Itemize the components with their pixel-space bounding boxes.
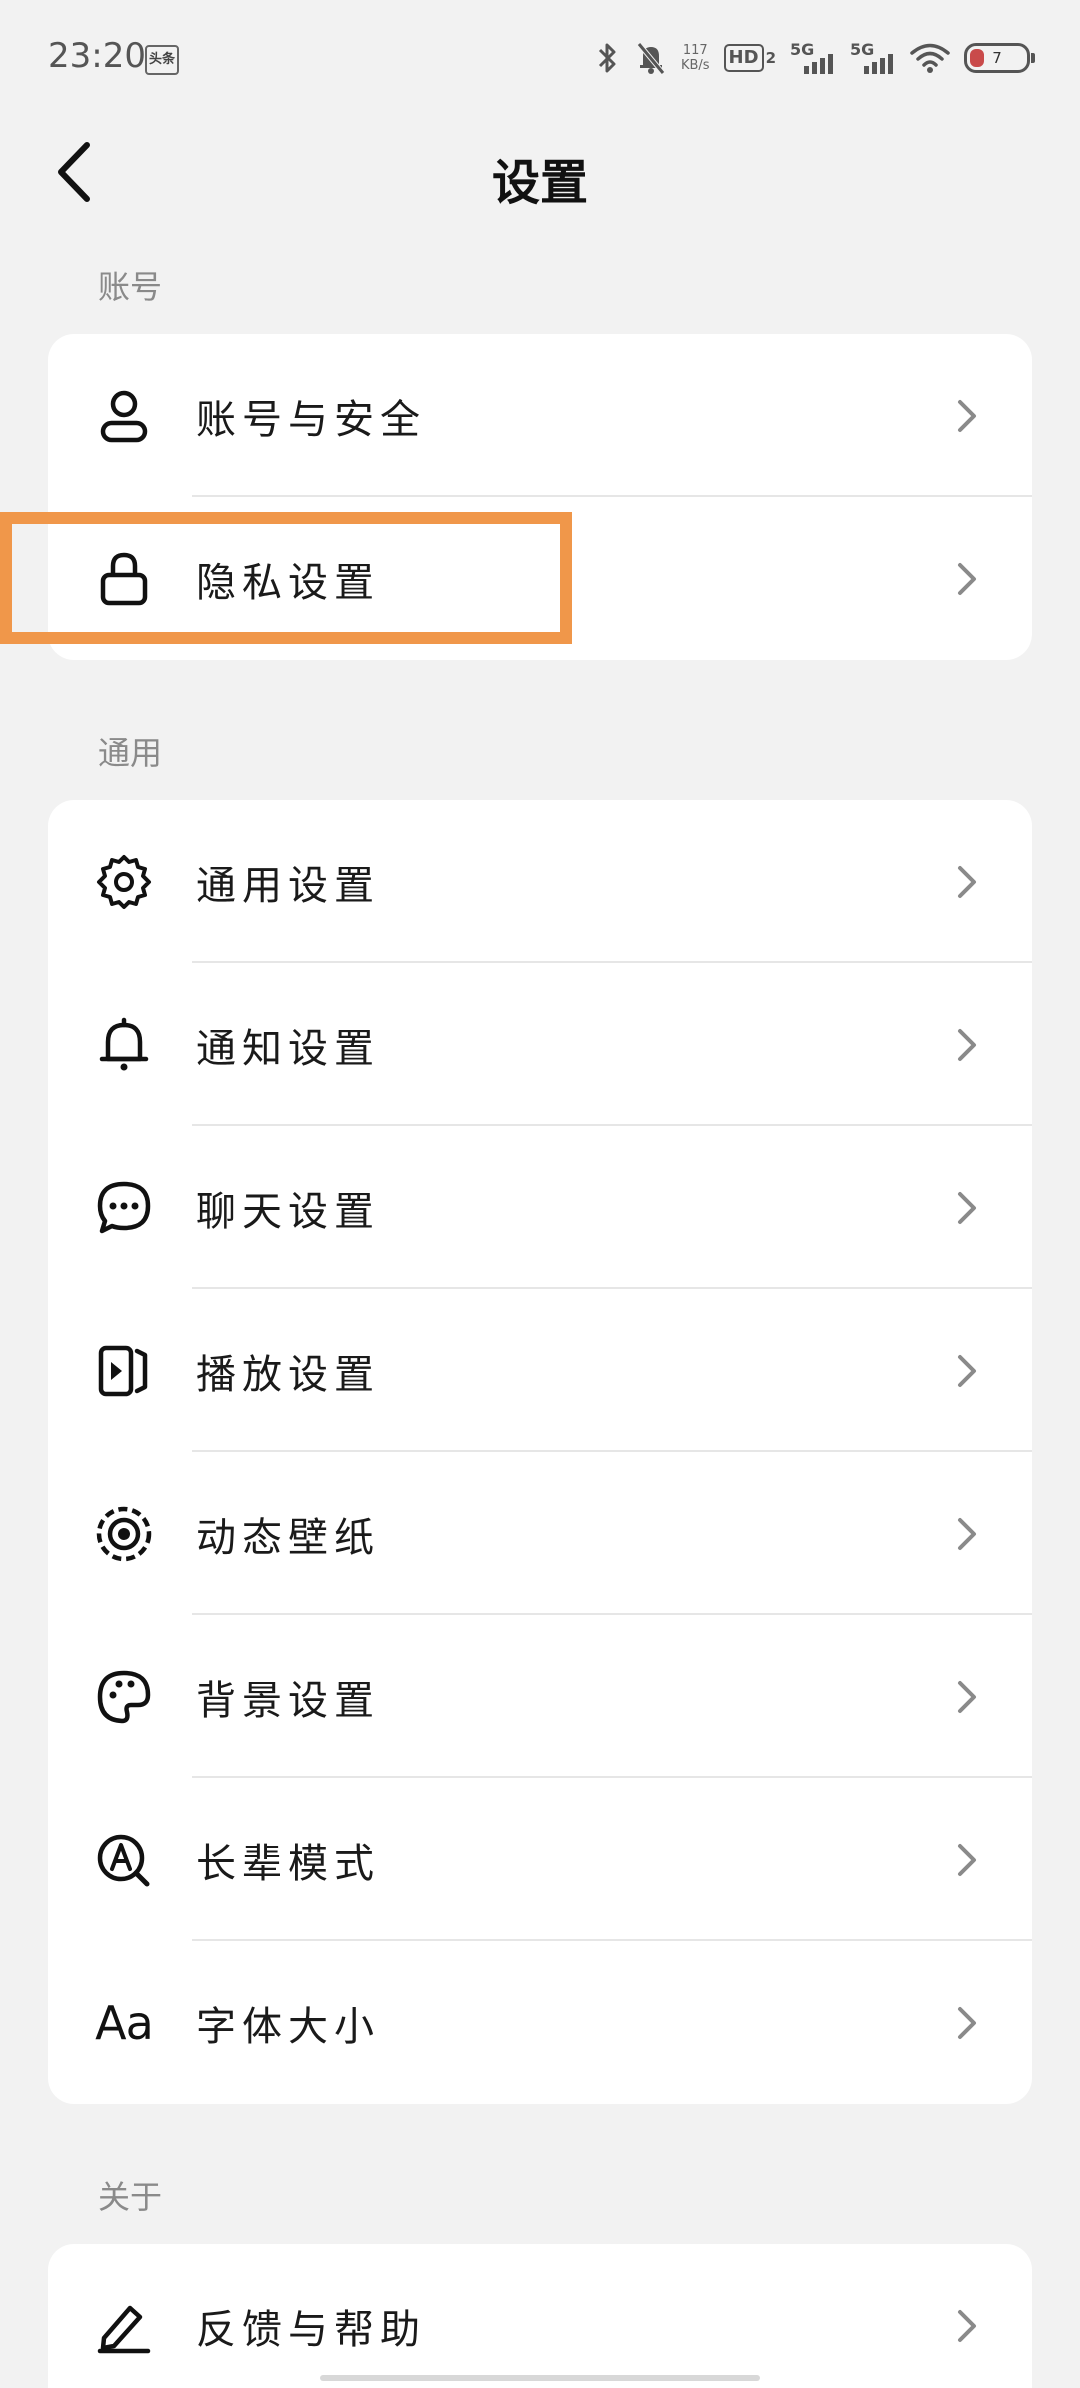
status-icons: 117 KB/s HD 2 5G 5G 7: [595, 34, 1035, 82]
settings-item-label: 长辈模式: [196, 1840, 380, 1887]
elder-mode-icon: [94, 1830, 154, 1890]
settings-item-label: 账号与安全: [196, 396, 426, 443]
sim2-signal-icon: 5G: [850, 40, 896, 76]
chevron-right-icon: [952, 862, 982, 902]
status-bar: 23:20 头条 117 KB/s HD 2 5G 5G 7: [0, 0, 1080, 115]
home-indicator[interactable]: [320, 2375, 760, 2381]
settings-item-label: 聊天设置: [196, 1188, 380, 1235]
section-label-about: 关于: [98, 2178, 163, 2216]
settings-item-general[interactable]: 通用设置: [48, 800, 1032, 963]
general-card: 通用设置 通知设置 聊天设置 播放设置 动态壁纸 背景设置 长辈模式 Aa 字体…: [48, 800, 1032, 2104]
chevron-right-icon: [952, 1025, 982, 1065]
account-card: 账号与安全 隐私设置: [48, 334, 1032, 660]
settings-item-elder-mode[interactable]: 长辈模式: [48, 1778, 1032, 1941]
chevron-right-icon: [952, 1677, 982, 1717]
battery-icon: 7: [964, 43, 1035, 73]
chevron-right-icon: [952, 2003, 982, 2043]
chevron-right-icon: [952, 1351, 982, 1391]
settings-item-label: 隐私设置: [196, 559, 380, 606]
settings-item-live-wallpaper[interactable]: 动态壁纸: [48, 1452, 1032, 1615]
section-label-account: 账号: [98, 268, 163, 306]
network-speed-unit: KB/s: [680, 58, 710, 73]
chevron-right-icon: [952, 1840, 982, 1880]
chevron-right-icon: [952, 2306, 982, 2346]
settings-item-label: 播放设置: [196, 1351, 380, 1398]
chevron-right-icon: [952, 396, 982, 436]
person-icon: [94, 386, 154, 446]
pencil-icon: [94, 2296, 154, 2356]
settings-item-font-size[interactable]: Aa 字体大小: [48, 1941, 1032, 2104]
settings-item-account-security[interactable]: 账号与安全: [48, 334, 1032, 497]
live-wallpaper-icon: [94, 1504, 154, 1564]
hd-sub: 2: [765, 49, 776, 67]
settings-item-notifications[interactable]: 通知设置: [48, 963, 1032, 1126]
settings-item-playback[interactable]: 播放设置: [48, 1289, 1032, 1452]
battery-level: 7: [992, 49, 1002, 67]
network-speed-value: 117: [682, 43, 708, 58]
hd-voice-badge: HD 2: [723, 44, 776, 72]
settings-item-label: 通用设置: [196, 862, 380, 909]
play-icon: [94, 1341, 154, 1401]
settings-item-label: 背景设置: [196, 1677, 380, 1724]
news-app-notification-icon: 头条: [145, 45, 179, 75]
settings-item-label: 通知设置: [196, 1025, 380, 1072]
settings-item-label: 字体大小: [196, 2003, 380, 2050]
settings-item-feedback-help[interactable]: 反馈与帮助: [48, 2244, 1032, 2388]
wifi-icon: [910, 42, 950, 74]
header-bar: 设置: [0, 115, 1080, 230]
settings-item-label: 反馈与帮助: [196, 2306, 426, 2353]
settings-item-label: 动态壁纸: [196, 1514, 380, 1561]
chat-bubble-icon: [94, 1178, 154, 1238]
network-speed: 117 KB/s: [681, 43, 710, 73]
chevron-right-icon: [952, 1188, 982, 1228]
bluetooth-icon: [595, 40, 621, 76]
palette-icon: [94, 1667, 154, 1727]
mute-bell-icon: [635, 40, 667, 76]
bell-icon: [94, 1015, 154, 1075]
gear-icon: [94, 852, 154, 912]
settings-screen: 23:20 头条 117 KB/s HD 2 5G 5G 7 设置 账号 账号与…: [0, 0, 1080, 2388]
lock-icon: [94, 549, 154, 609]
sim1-signal-icon: 5G: [790, 40, 836, 76]
chevron-right-icon: [952, 1514, 982, 1554]
settings-item-background[interactable]: 背景设置: [48, 1615, 1032, 1778]
settings-item-chat[interactable]: 聊天设置: [48, 1126, 1032, 1289]
section-label-general: 通用: [98, 734, 163, 772]
page-title: 设置: [491, 155, 588, 211]
status-time: 23:20: [48, 36, 146, 76]
about-card: 反馈与帮助: [48, 2244, 1032, 2388]
font-size-icon: Aa: [94, 1993, 154, 2053]
hd-label: HD: [723, 44, 764, 72]
font-size-icon-text: Aa: [95, 1995, 154, 2050]
settings-item-privacy[interactable]: 隐私设置: [48, 497, 1032, 660]
chevron-right-icon: [952, 559, 982, 599]
